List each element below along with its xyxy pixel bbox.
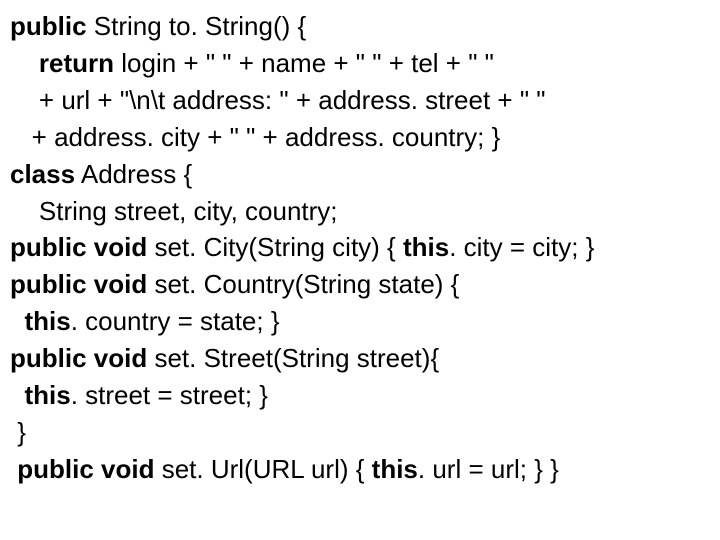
code-line: public String to. String() { [10,8,710,45]
keyword-token: this [24,306,70,336]
code-line: + address. city + " " + address. country… [10,119,710,156]
keyword-token: this [24,380,70,410]
code-line: this. street = street; } [10,377,710,414]
code-token: set. Country(String state) { [147,269,459,299]
code-block: public String to. String() { return logi… [0,0,720,496]
code-token: login + " " + name + " " + tel + " " [114,48,494,78]
code-token: set. Street(String street){ [147,343,439,373]
code-line: public void set. Url(URL url) { this. ur… [10,451,710,488]
code-token: . city = city; } [449,232,594,262]
code-line: class Address { [10,156,710,193]
keyword-token: public void [10,269,147,299]
code-token: . country = state; } [71,306,280,336]
code-line: String street, city, country; [10,193,710,230]
code-token: + url + "\n\t address: " + address. stre… [39,85,546,115]
code-line: public void set. Country(String state) { [10,266,710,303]
code-line: this. country = state; } [10,303,710,340]
code-line: public void set. City(String city) { thi… [10,229,710,266]
keyword-token: public void [17,454,154,484]
code-line: public void set. Street(String street){ [10,340,710,377]
code-token: set. Url(URL url) { [154,454,371,484]
code-token: set. City(String city) { [147,232,403,262]
code-token: . street = street; } [71,380,268,410]
keyword-token: this [403,232,449,262]
code-token: + address. city + " " + address. country… [32,122,501,152]
code-line: } [10,414,710,451]
code-token: } [17,417,26,447]
keyword-token: this [372,454,418,484]
code-line: + url + "\n\t address: " + address. stre… [10,82,710,119]
code-token: String to. String() { [87,11,314,41]
code-token: Address { [75,159,192,189]
code-token: . url = url; } } [418,454,559,484]
keyword-token: public void [10,343,147,373]
keyword-token: class [10,159,75,189]
keyword-token: public [10,11,87,41]
code-line: return login + " " + name + " " + tel + … [10,45,710,82]
keyword-token: public void [10,232,147,262]
code-token: String street, city, country; [39,196,338,226]
keyword-token: return [39,48,114,78]
